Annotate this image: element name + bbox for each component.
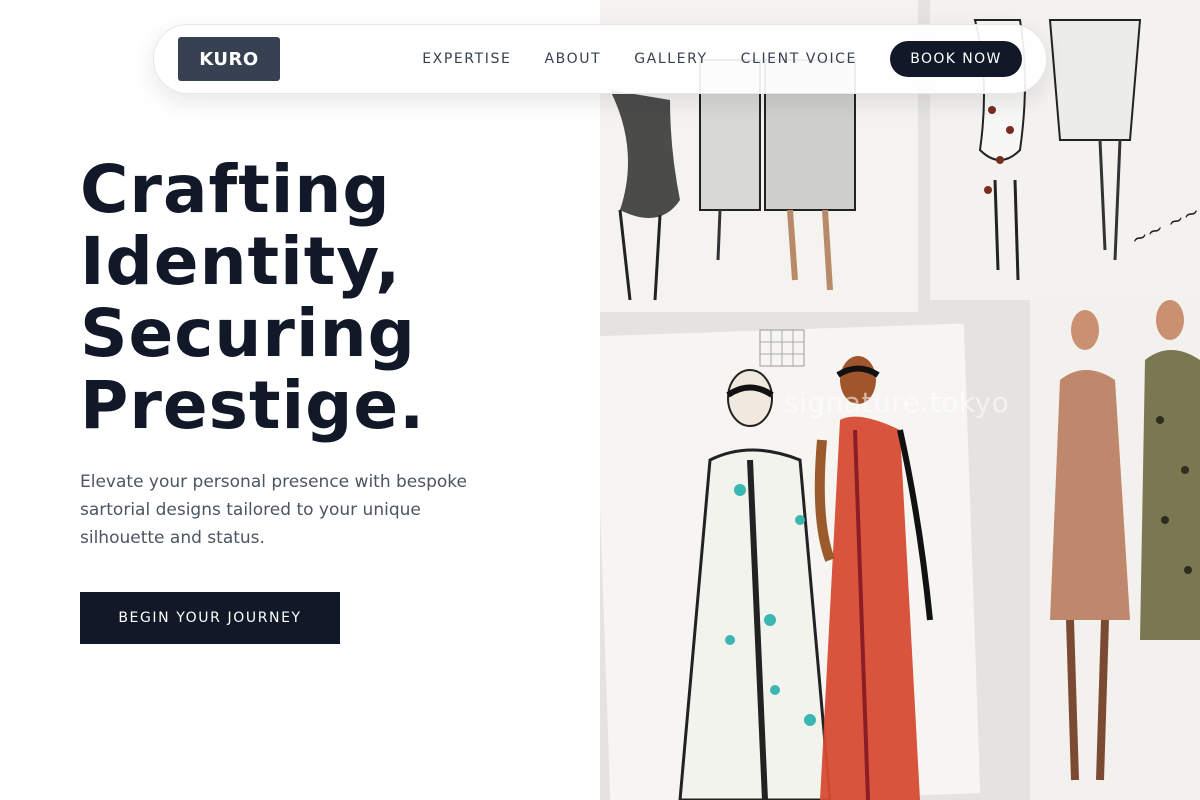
- top-nav: KURO EXPERTISE ABOUT GALLERY CLIENT VOIC…: [153, 24, 1047, 94]
- nav-link-expertise[interactable]: EXPERTISE: [422, 51, 511, 67]
- image-watermark: signature.tokyo: [784, 386, 1010, 419]
- logo[interactable]: KURO: [178, 37, 280, 81]
- hero-title-line: Identity,: [80, 223, 402, 300]
- book-now-button[interactable]: BOOK NOW: [890, 41, 1022, 77]
- hero-title-line: Prestige.: [80, 367, 426, 444]
- hero-title-line: Crafting: [80, 151, 391, 228]
- hero-title: Crafting Identity, Securing Prestige.: [80, 154, 580, 442]
- nav-link-gallery[interactable]: GALLERY: [634, 51, 707, 67]
- nav-link-client-voice[interactable]: CLIENT VOICE: [741, 51, 857, 67]
- nav-links: EXPERTISE ABOUT GALLERY CLIENT VOICE BOO…: [422, 41, 1022, 77]
- nav-link-about[interactable]: ABOUT: [544, 51, 601, 67]
- hero-subtitle: Elevate your personal presence with besp…: [80, 472, 468, 548]
- hero-illustration: ~~ ~~ signature.tokyo: [600, 0, 1200, 800]
- hero-title-line: Securing: [80, 295, 416, 372]
- begin-journey-button[interactable]: BEGIN YOUR JOURNEY: [80, 592, 340, 644]
